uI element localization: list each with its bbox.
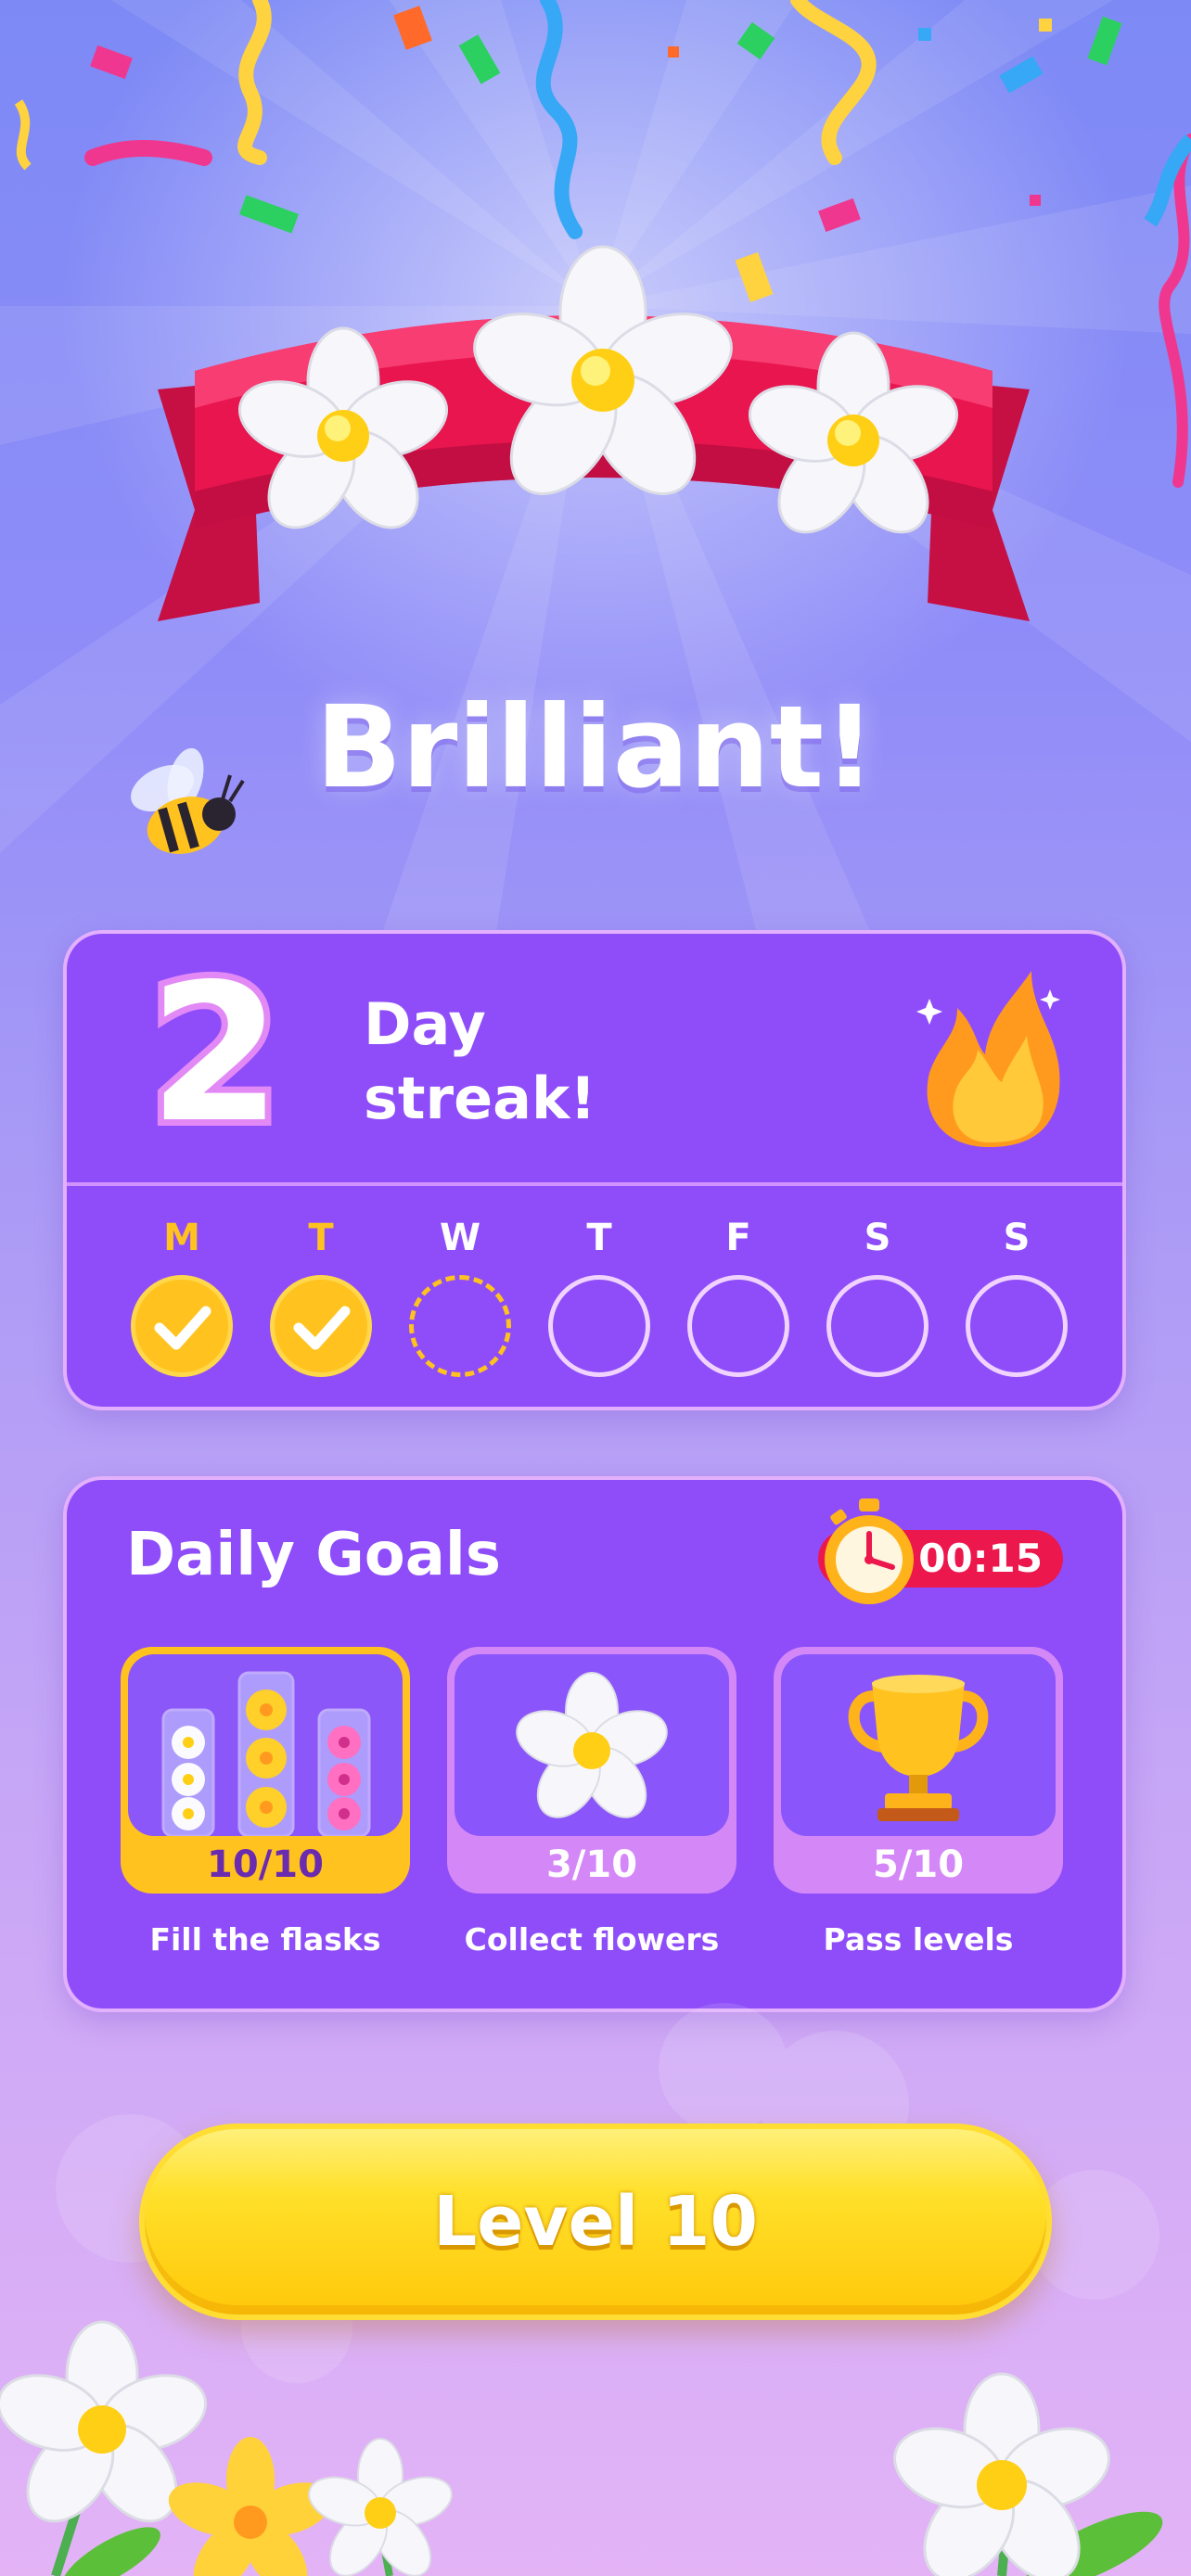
day-letter: W [439,1217,481,1259]
stopwatch-icon [825,1498,914,1604]
play-level-label: Level 10 [433,2182,758,2262]
goal-pass-levels[interactable]: 5/10 [774,1647,1063,1894]
bee-icon [131,747,245,854]
day-letter: T [308,1217,334,1259]
flower-icon [516,1672,668,1818]
day-letter: F [725,1217,751,1259]
day-monday: M [126,1212,237,1377]
day-circle-empty [548,1275,650,1377]
day-circle-empty [687,1275,789,1377]
day-tuesday: T [265,1212,377,1377]
game-result-screen: Brilliant! 2 Day streak! M T W T F S S D… [0,0,1191,2576]
flower-icon [308,2438,453,2576]
goal-collect-flowers[interactable]: 3/10 [447,1647,736,1894]
streak-label-line2: streak! [364,1065,596,1132]
goal-image-panel [455,1654,729,1836]
day-friday: F [683,1212,794,1377]
day-check-circle [131,1275,233,1377]
day-letter: T [586,1217,612,1259]
fire-icon [916,971,1060,1147]
day-circle-empty [966,1275,1068,1377]
goal-image-panel [781,1654,1056,1836]
day-wednesday: W [404,1212,516,1377]
check-icon [293,1306,351,1350]
check-icon [154,1306,211,1350]
goal-label: Pass levels [823,1921,1014,1958]
daily-goals-title: Daily Goals [126,1521,501,1589]
day-letter: M [163,1217,200,1259]
timer-text: 00:15 [918,1536,1043,1581]
yellow-flower-icon [168,2437,333,2576]
day-thursday: T [544,1212,655,1377]
goal-label: Fill the flasks [149,1921,381,1958]
streak-count: 2 [143,944,288,1165]
goal-fill-flasks[interactable]: 10/10 [121,1647,410,1894]
streak-label: Day streak! [364,988,596,1136]
reward-ribbon [158,245,1030,621]
goal-progress: 3/10 [545,1843,638,1886]
flasks-icon [161,1671,371,1836]
day-check-circle [270,1275,372,1377]
streak-card: 2 Day streak! M T W T F S S [63,930,1126,1410]
day-letter: S [864,1217,891,1259]
play-level-button[interactable]: Level 10 [139,2123,1052,2320]
day-letter: S [1003,1217,1031,1259]
trophy-icon [848,1675,989,1821]
streak-divider [67,1182,1122,1186]
day-circle-empty [826,1275,928,1377]
daily-goals-card: Daily Goals 00:15 10/10 Fill the flasks … [63,1476,1126,2012]
goal-progress: 10/10 [207,1843,324,1886]
day-circle-today [409,1275,511,1377]
day-sunday: S [961,1212,1072,1377]
streak-label-line1: Day [364,990,486,1058]
goal-label: Collect flowers [464,1921,720,1958]
day-saturday: S [822,1212,933,1377]
goal-image-panel [128,1654,403,1836]
goal-progress: 5/10 [872,1843,965,1886]
